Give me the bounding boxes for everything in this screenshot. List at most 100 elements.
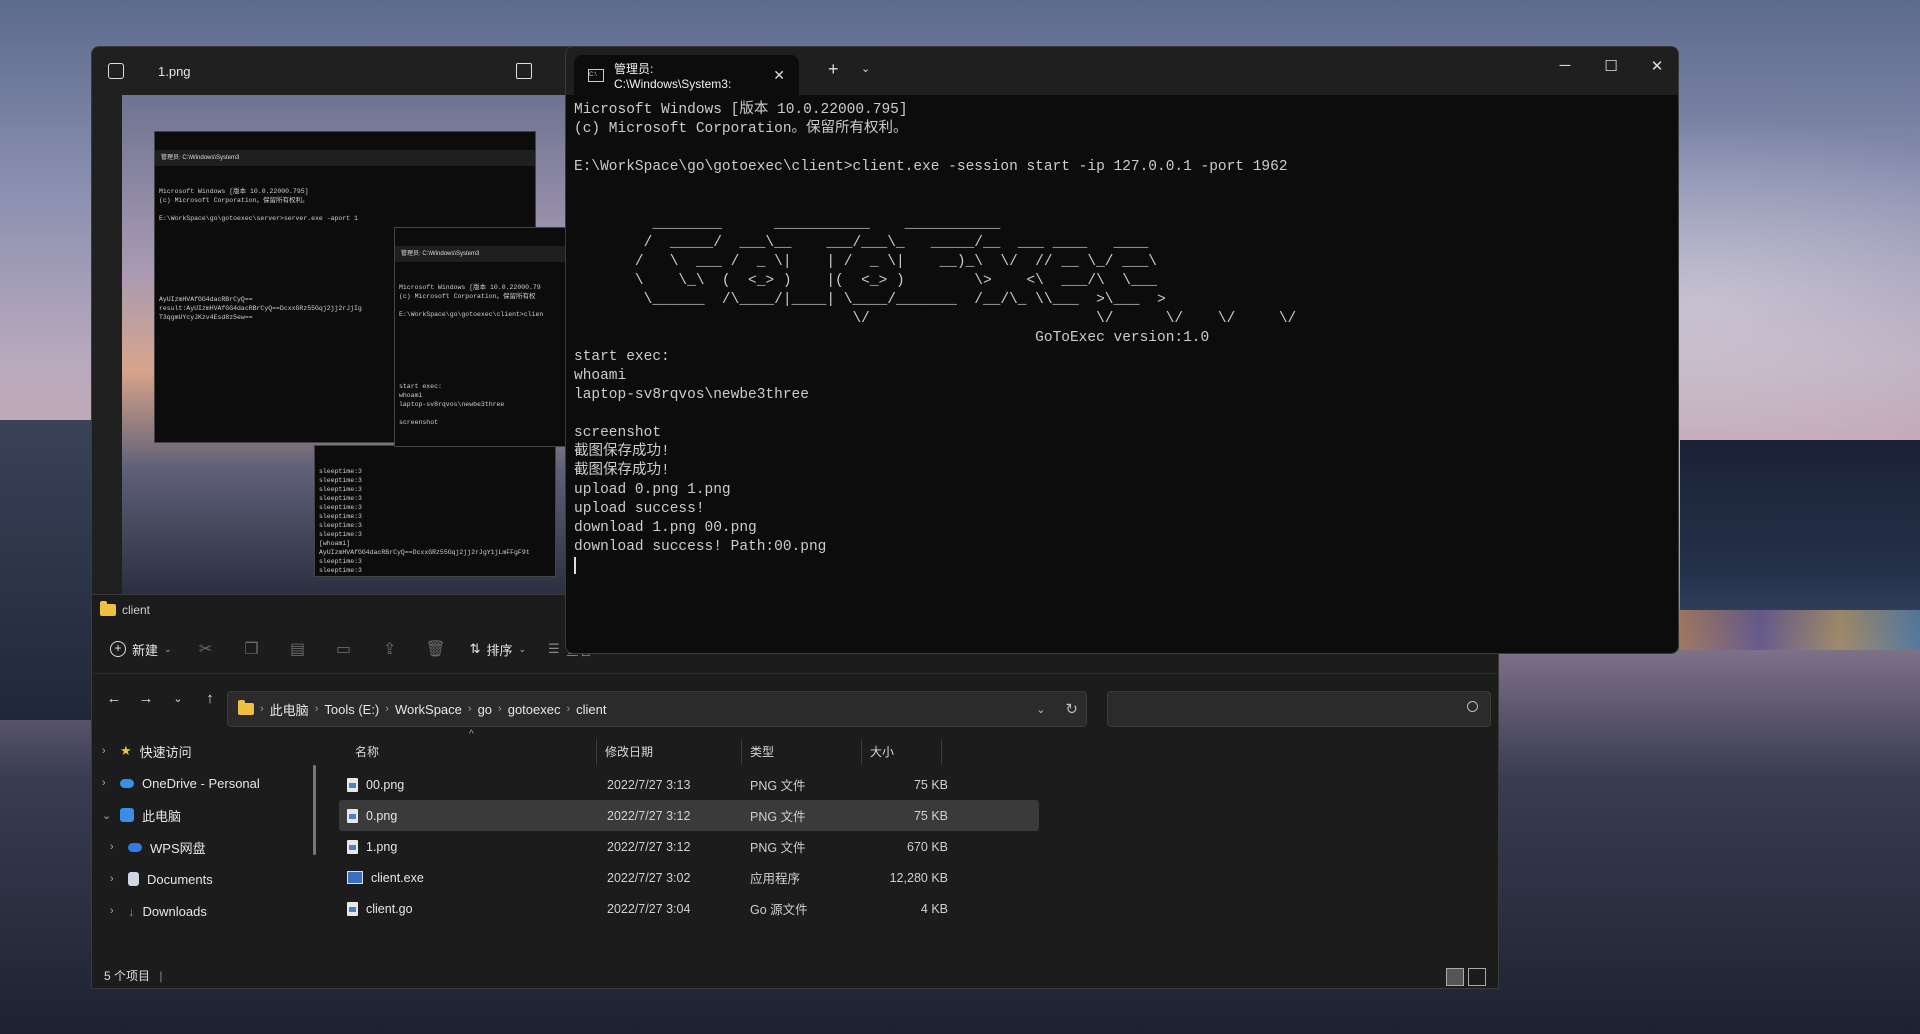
file-row[interactable]: 1.png 2022/7/27 3:12 PNG 文件 670 KB — [339, 831, 1039, 862]
file-row-selected[interactable]: 0.png 2022/7/27 3:12 PNG 文件 75 KB — [339, 800, 1039, 831]
forward-arrow-icon[interactable]: → — [134, 690, 158, 707]
breadcrumb-item[interactable]: client — [576, 702, 606, 717]
search-icon — [1467, 701, 1478, 712]
wallpaper-city-right — [1680, 440, 1920, 650]
sidebar-item-documents[interactable]: › Documents — [92, 863, 317, 895]
file-row[interactable]: client.go 2022/7/27 3:04 Go 源文件 4 KB — [339, 893, 1039, 924]
file-date: 2022/7/27 3:13 — [607, 777, 691, 792]
delete-icon[interactable]: 🗑 — [424, 639, 448, 659]
breadcrumb-item[interactable]: WorkSpace — [395, 702, 462, 717]
chevron-right-icon: › — [110, 841, 114, 853]
sort-icon: ⇅ — [469, 641, 481, 656]
close-tab-icon[interactable]: ✕ — [773, 67, 785, 84]
preview-server-tab: 管理员: C:\Windows\System3 — [155, 150, 535, 166]
file-name-cell: client.go — [339, 901, 597, 916]
file-name: client.go — [366, 901, 413, 916]
png-file-icon — [347, 839, 358, 854]
breadcrumb-item[interactable]: gotoexec — [508, 702, 561, 717]
details-view-icon[interactable] — [1446, 968, 1464, 986]
exe-file-icon — [347, 871, 363, 884]
breadcrumb-separator: › — [498, 703, 502, 715]
terminal-tab[interactable]: C:\ 管理员: C:\Windows\System3: ✕ — [574, 55, 799, 95]
column-header-name[interactable]: 名称 — [339, 739, 597, 765]
column-header-size[interactable]: 大小 — [862, 739, 942, 765]
file-name-cell: 00.png — [339, 777, 597, 792]
column-header-type[interactable]: 类型 — [742, 739, 862, 765]
file-name: 0.png — [366, 808, 398, 823]
terminal-tabbar: C:\ 管理员: C:\Windows\System3: ✕ + ⌄ ─ ☐ ✕ — [566, 47, 1678, 95]
terminal-output-area[interactable]: Microsoft Windows [版本 10.0.22000.795] (c… — [566, 95, 1678, 582]
cloud-icon — [128, 842, 142, 852]
recent-chevron-icon[interactable]: ⌄ — [166, 692, 190, 705]
chevron-right-icon: › — [110, 873, 114, 885]
file-type: Go 源文件 — [750, 903, 808, 917]
sidebar-item-label: Documents — [147, 871, 213, 887]
text-cursor — [574, 557, 576, 574]
terminal-window[interactable]: C:\ 管理员: C:\Windows\System3: ✕ + ⌄ ─ ☐ ✕… — [565, 46, 1679, 654]
breadcrumb-separator: › — [260, 703, 264, 715]
refresh-icon[interactable]: ↻ — [1065, 700, 1078, 718]
up-arrow-icon[interactable]: ↑ — [198, 690, 222, 707]
share-icon[interactable]: ⇪ — [378, 639, 402, 659]
sort-ascending-icon: ^ — [469, 729, 474, 740]
wallpaper-city-left — [0, 420, 95, 720]
breadcrumb-item[interactable]: 此电脑 — [270, 700, 309, 719]
tab-dropdown-icon[interactable]: ⌄ — [861, 62, 870, 75]
rename-icon[interactable]: ▭ — [332, 639, 356, 659]
paste-icon[interactable]: ▤ — [286, 639, 310, 659]
address-dropdown-icon[interactable]: ⌄ — [1036, 703, 1045, 716]
folder-icon — [100, 601, 116, 616]
sidebar-scrollbar[interactable] — [313, 765, 316, 855]
edit-image-icon[interactable] — [516, 63, 532, 79]
large-icons-view-icon[interactable] — [1468, 968, 1486, 986]
sidebar-item-onedrive[interactable]: › OneDrive - Personal — [92, 767, 317, 799]
cloud-icon — [120, 778, 134, 788]
column-header-date[interactable]: 修改日期 — [597, 739, 742, 765]
breadcrumb-separator: › — [314, 703, 319, 715]
search-input[interactable] — [1107, 691, 1491, 727]
new-button[interactable]: + 新建 ⌄ — [110, 640, 172, 659]
minimize-icon[interactable]: ─ — [1550, 57, 1580, 74]
sidebar-item-wps[interactable]: › WPS网盘 — [92, 831, 317, 863]
sort-label: 排序 — [486, 642, 513, 658]
new-label: 新建 — [132, 642, 159, 658]
close-window-icon[interactable]: ✕ — [1642, 57, 1672, 75]
sidebar-item-quick-access[interactable]: › ★ 快速访问 — [92, 735, 317, 767]
navigation-pane: › ★ 快速访问 › OneDrive - Personal ⌄ 此电脑 › W… — [92, 735, 317, 968]
copy-icon[interactable]: ❐ — [240, 639, 264, 659]
file-list: ^ 名称 修改日期 类型 大小 00.png 2022/7/27 3:13 PN… — [339, 729, 1039, 924]
status-divider: | — [159, 969, 163, 983]
address-bar[interactable]: › 此电脑 › Tools (E:) › WorkSpace › go › go… — [227, 691, 1087, 727]
breadcrumb-separator: › — [566, 703, 571, 715]
photos-window[interactable]: 1.png 管理员: C:\Windows\System3 Microsoft … — [91, 46, 573, 600]
sidebar-item-downloads[interactable]: › ↓ Downloads — [92, 895, 317, 927]
file-date: 2022/7/27 3:12 — [607, 808, 691, 823]
file-row[interactable]: 00.png 2022/7/27 3:13 PNG 文件 75 KB — [339, 769, 1039, 800]
file-name-cell: 1.png — [339, 839, 597, 854]
photo-preview: 管理员: C:\Windows\System3 Microsoft Window… — [122, 95, 572, 595]
new-tab-icon[interactable]: + — [828, 59, 839, 80]
breadcrumb-item[interactable]: Tools (E:) — [324, 702, 379, 717]
png-file-icon — [347, 808, 358, 823]
sort-button[interactable]: ⇅ 排序 ⌄ — [470, 640, 526, 659]
photos-titlebar: 1.png — [92, 47, 572, 95]
file-row[interactable]: client.exe 2022/7/27 3:02 应用程序 12,280 KB — [339, 862, 1039, 893]
star-icon: ★ — [120, 743, 132, 758]
file-size: 670 KB — [906, 839, 948, 854]
plus-icon: + — [110, 641, 126, 657]
maximize-icon[interactable]: ☐ — [1596, 57, 1626, 75]
file-type: 应用程序 — [750, 872, 801, 886]
sidebar-item-this-pc[interactable]: ⌄ 此电脑 — [92, 799, 317, 831]
explorer-title: client — [122, 603, 151, 617]
view-icon: ☰ — [548, 641, 560, 656]
terminal-output: Microsoft Windows [版本 10.0.22000.795] (c… — [574, 102, 1297, 555]
status-bar: 5 个项目 | — [104, 967, 162, 984]
preview-client-terminal: 管理员: C:\Windows\System3 Microsoft Window… — [394, 227, 572, 447]
chevron-down-icon: ⌄ — [164, 643, 172, 654]
chevron-down-icon: ⌄ — [518, 643, 527, 654]
cut-icon[interactable]: ✂ — [194, 639, 218, 659]
sidebar-item-label: OneDrive - Personal — [142, 775, 260, 791]
sidebar-item-label: Downloads — [142, 903, 207, 919]
breadcrumb-item[interactable]: go — [478, 702, 492, 717]
back-arrow-icon[interactable]: ← — [102, 690, 126, 707]
